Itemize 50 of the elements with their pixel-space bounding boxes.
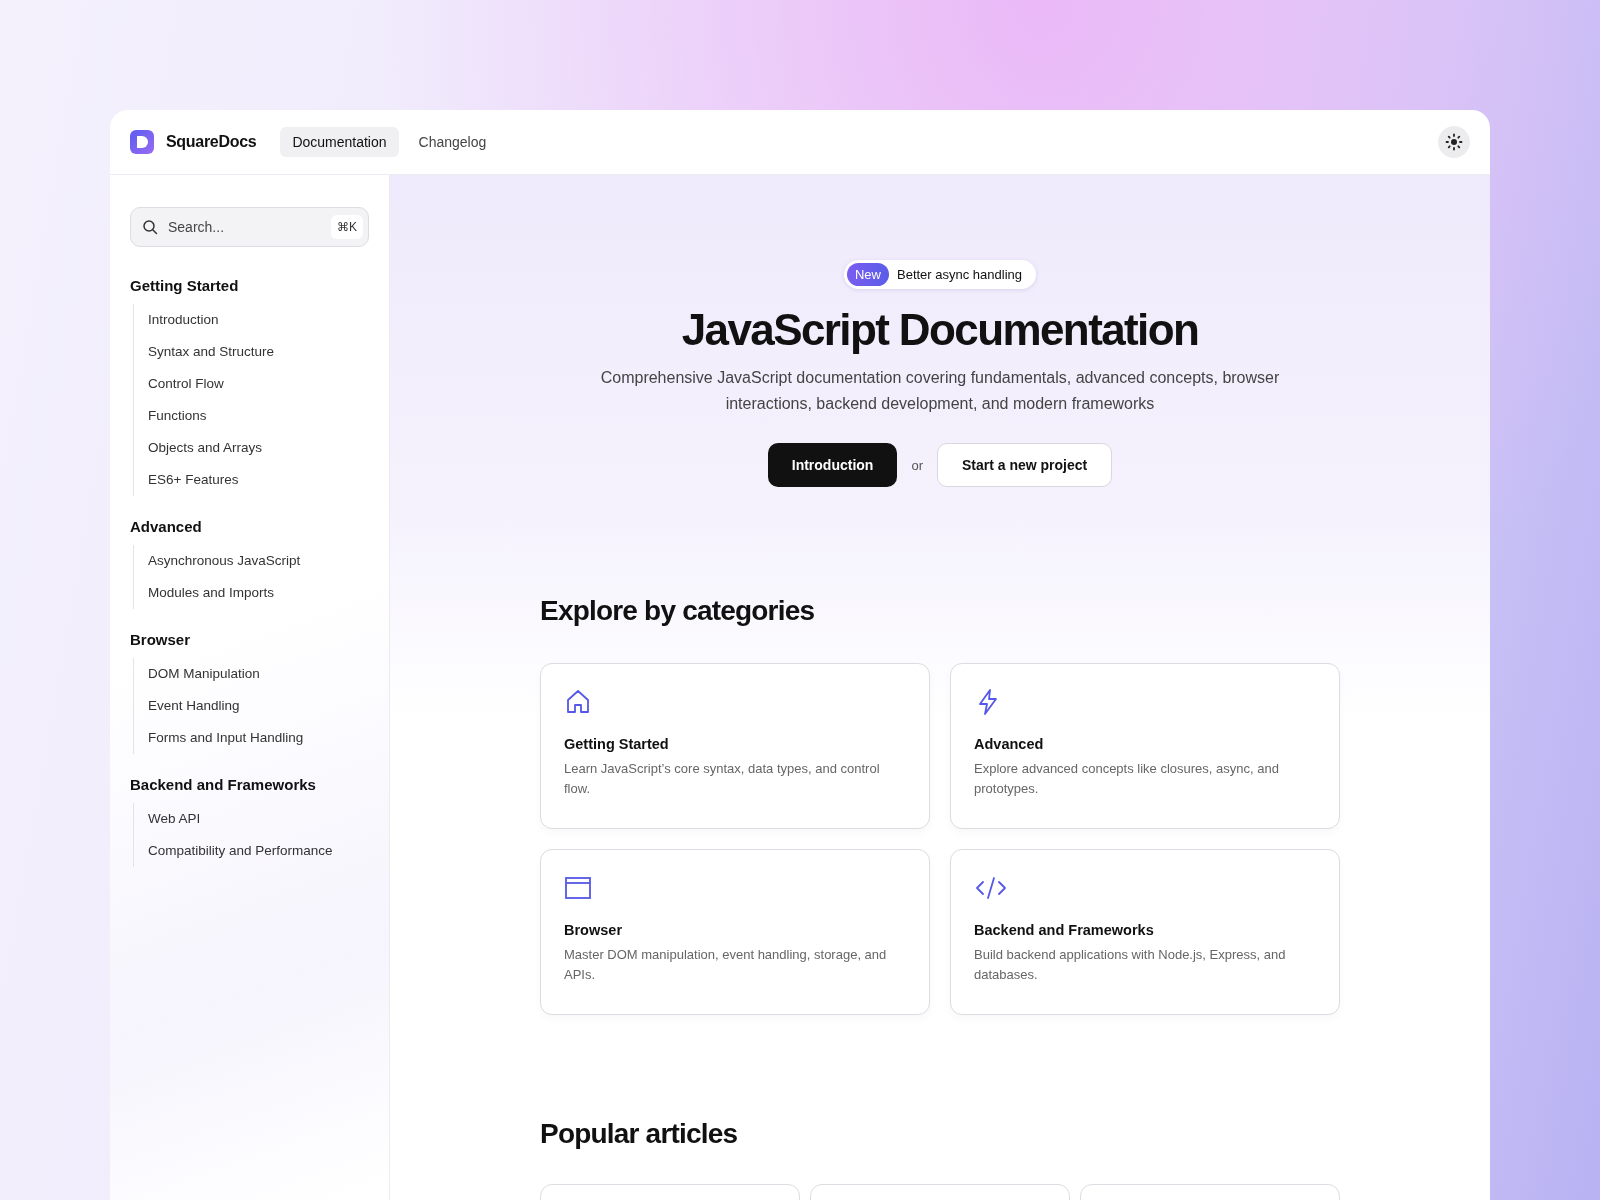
introduction-button[interactable]: Introduction — [767, 443, 898, 487]
sidebar-link[interactable]: Functions — [148, 400, 369, 432]
category-card[interactable]: Advanced Explore advanced concepts like closures, async, and prototypes. — [950, 663, 1340, 829]
sidebar-link[interactable]: Web API — [148, 803, 369, 835]
category-card[interactable]: Getting Started Learn JavaScript’s core syntax, data types, and control flow. — [540, 663, 930, 829]
section-heading: Backend and Frameworks — [130, 776, 317, 793]
new-project-button[interactable]: Start a new project — [936, 443, 1113, 487]
sidebar-link[interactable]: DOM Manipulation — [148, 658, 369, 690]
nav-tab[interactable]: Documentation — [280, 127, 399, 157]
sidebar-link[interactable]: Modules and Imports — [148, 577, 369, 609]
section-heading: Getting Started — [130, 277, 240, 294]
sidebar-link[interactable]: Compatibility and Performance — [148, 835, 369, 867]
page-title: JavaScript Documentation — [681, 305, 1199, 355]
sidebar-link[interactable]: Objects and Arrays — [148, 432, 369, 464]
card-description: Learn JavaScript’s core syntax, data types, and control flow. — [564, 760, 881, 798]
card-description: Build backend applications with Node.js, Express, and databases. — [974, 946, 1287, 984]
sidebar-link[interactable]: Forms and Input Handling — [148, 722, 369, 754]
new-tag: New — [846, 263, 889, 286]
code-icon — [974, 874, 1008, 902]
category-card[interactable]: Browser Master DOM manipulation, event handling, storage, and APIs. — [540, 849, 930, 1015]
card-title: Backend and Frameworks — [974, 922, 1155, 938]
card-title: Advanced — [974, 736, 1045, 752]
card-title: Getting Started — [564, 736, 670, 752]
card-description: Master DOM manipulation, event handling, storage, and APIs. — [564, 946, 888, 984]
sidebar-link[interactable]: Introduction — [148, 304, 369, 336]
section-title: Popular articles — [540, 1118, 739, 1150]
page-subtitle: Comprehensive JavaScript documentation covering fundamentals, advanced concepts, browser interactions, backend development, and modern frameworks — [599, 368, 1281, 414]
category-card[interactable]: Backend and Frameworks Build backend applications with Node.js, Express, and databases. — [950, 849, 1340, 1015]
sidebar-link[interactable]: Syntax and Structure — [148, 336, 369, 368]
shortcut-key: ⌘K — [331, 215, 363, 239]
logo-icon — [130, 130, 154, 154]
search-icon — [142, 219, 158, 235]
announcement-pill[interactable]: New Better async handling — [843, 260, 1036, 289]
sun-icon — [1444, 132, 1464, 152]
nav-tab[interactable]: Changelog — [406, 127, 499, 157]
theme-toggle-button[interactable] — [1438, 126, 1470, 158]
section-heading: Advanced — [130, 518, 203, 535]
sidebar-link[interactable]: Control Flow — [148, 368, 369, 400]
card-title: Browser — [564, 922, 624, 938]
section-title: Explore by categories — [540, 595, 816, 627]
sidebar-link[interactable]: Event Handling — [148, 690, 369, 722]
sidebar-link[interactable]: ES6+ Features — [148, 464, 369, 496]
announcement-text: Better async handling — [897, 267, 1022, 282]
browser-window-icon — [564, 874, 592, 902]
card-description: Explore advanced concepts like closures, async, and prototypes. — [974, 760, 1280, 798]
separator-text: or — [911, 457, 923, 473]
brand-name[interactable]: SquareDocs — [166, 133, 257, 151]
house-icon — [564, 688, 592, 716]
section-heading: Browser — [130, 631, 192, 648]
sidebar-link[interactable]: Asynchronous JavaScript — [148, 545, 369, 577]
